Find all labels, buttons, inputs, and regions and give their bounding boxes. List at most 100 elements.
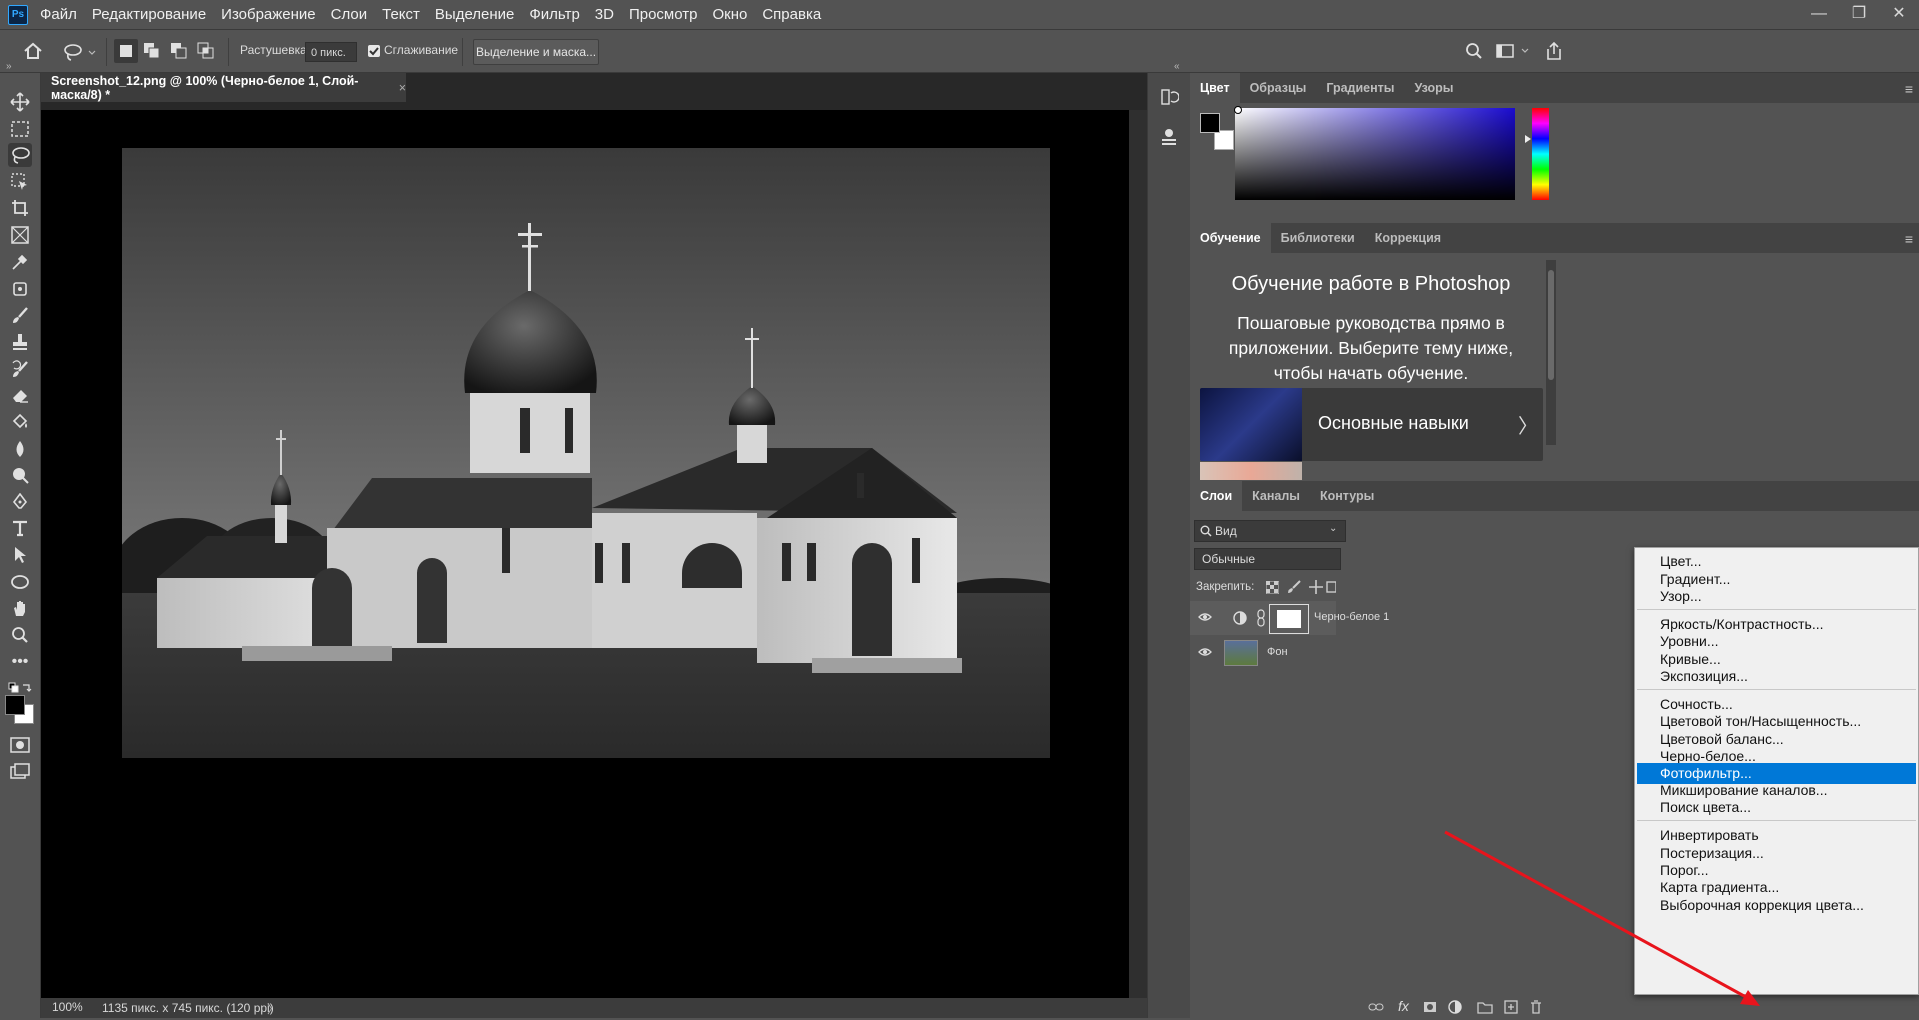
tab-gradients[interactable]: Градиенты (1316, 73, 1404, 103)
layer-filter-select[interactable]: Вид ⌄ (1194, 520, 1346, 542)
menu-item-pattern[interactable]: Узор... (1637, 586, 1916, 607)
tab-layers[interactable]: Слои (1190, 481, 1243, 511)
brush-tool-icon[interactable] (8, 303, 32, 327)
learn-scrollbar[interactable] (1546, 260, 1556, 445)
layer-row-background[interactable]: Фон (1190, 636, 1336, 668)
document-tab[interactable]: Screenshot_12.png @ 100% (Черно-белое 1,… (41, 73, 406, 102)
tab-adjustments[interactable]: Коррекция (1365, 223, 1451, 253)
status-menu-arrow-icon[interactable]: 〉 (267, 1000, 279, 1017)
tab-swatches[interactable]: Образцы (1240, 73, 1317, 103)
lasso-tool-preset-icon[interactable] (60, 39, 98, 65)
collapse-toolbox-icon[interactable]: » (6, 61, 12, 72)
blur-tool-icon[interactable] (8, 437, 32, 461)
vertical-scrollbar[interactable] (1129, 110, 1147, 998)
eraser-tool-icon[interactable] (8, 383, 32, 407)
foreground-color-swatch-front[interactable] (5, 695, 25, 715)
fx-icon[interactable]: fx (1398, 998, 1409, 1014)
color-picker-cursor[interactable] (1234, 106, 1242, 114)
menu-view[interactable]: Просмотр (629, 6, 698, 23)
tab-learn[interactable]: Обучение (1190, 223, 1271, 253)
hand-tool-icon[interactable] (8, 596, 32, 620)
new-adjustment-layer-icon[interactable] (1448, 1000, 1462, 1014)
new-group-icon[interactable] (1477, 1000, 1493, 1014)
zoom-tool-icon[interactable] (8, 623, 32, 647)
history-brush-tool-icon[interactable] (8, 357, 32, 381)
clone-stamp-tool-icon[interactable] (8, 330, 32, 354)
home-icon[interactable] (20, 38, 46, 64)
quick-mask-icon[interactable] (8, 733, 32, 757)
panel-foreground-swatch[interactable] (1200, 113, 1220, 133)
canvas[interactable] (41, 110, 1129, 998)
mask-link-icon[interactable] (1256, 609, 1266, 627)
close-document-icon[interactable]: × (399, 81, 406, 95)
layer-visibility-eye-icon[interactable] (1198, 611, 1212, 623)
properties-panel-icon[interactable] (1157, 125, 1181, 149)
workspace-switcher-icon[interactable] (1493, 39, 1533, 63)
menu-select[interactable]: Выделение (435, 6, 514, 23)
menu-help[interactable]: Справка (762, 6, 821, 23)
more-tools-icon[interactable]: ••• (8, 650, 32, 674)
collapse-panels-icon[interactable]: « (1174, 61, 1180, 72)
lock-transparent-pixels-icon[interactable] (1264, 579, 1280, 595)
add-to-selection-icon[interactable] (140, 39, 164, 63)
frame-tool-icon[interactable] (8, 223, 32, 247)
paint-bucket-tool-icon[interactable] (8, 410, 32, 434)
menu-item-color-lookup[interactable]: Поиск цвета... (1637, 797, 1916, 818)
tab-patterns[interactable]: Узоры (1404, 73, 1463, 103)
zoom-level[interactable]: 100% (52, 1000, 83, 1014)
tab-libraries[interactable]: Библиотеки (1271, 223, 1365, 253)
menu-layers[interactable]: Слои (331, 6, 367, 23)
color-picker-field[interactable] (1235, 108, 1515, 200)
menu-filter[interactable]: Фильтр (529, 6, 579, 23)
menu-edit[interactable]: Редактирование (92, 6, 206, 23)
subtract-from-selection-icon[interactable] (167, 39, 191, 63)
path-selection-tool-icon[interactable] (8, 543, 32, 567)
pen-tool-icon[interactable] (8, 490, 32, 514)
object-selection-tool-icon[interactable] (8, 170, 32, 194)
feather-input[interactable]: 0 пикс. (305, 42, 357, 62)
menu-window[interactable]: Окно (712, 6, 747, 23)
layer-visibility-eye-icon[interactable] (1198, 646, 1212, 658)
antialias-checkbox[interactable] (368, 45, 380, 57)
healing-brush-tool-icon[interactable] (8, 277, 32, 301)
eyedropper-tool-icon[interactable] (8, 250, 32, 274)
close-window-button[interactable]: ✕ (1879, 0, 1919, 29)
menu-3d[interactable]: 3D (595, 6, 614, 23)
restore-button[interactable]: ❐ (1839, 0, 1879, 29)
learn-card-next-thumbnail[interactable] (1200, 462, 1302, 480)
lock-image-pixels-icon[interactable] (1286, 579, 1302, 595)
panel-background-swatch[interactable] (1214, 130, 1234, 150)
new-selection-icon[interactable] (114, 39, 138, 63)
select-and-mask-button[interactable]: Выделение и маска... (473, 39, 599, 65)
history-panel-icon[interactable] (1157, 85, 1181, 109)
crop-tool-icon[interactable] (8, 196, 32, 220)
layer-row-adjustment[interactable]: Черно-белое 1 (1190, 601, 1389, 635)
menu-file[interactable]: Файл (40, 6, 77, 23)
link-layers-icon[interactable] (1368, 1001, 1384, 1013)
menu-item-selective-color[interactable]: Выборочная коррекция цвета... (1637, 895, 1916, 916)
minimize-button[interactable]: — (1799, 0, 1839, 29)
layer-mask-thumbnail[interactable] (1269, 604, 1309, 634)
learn-card-basic-skills[interactable]: Основные навыки 〉 (1200, 388, 1543, 461)
move-tool-icon[interactable] (8, 90, 32, 114)
marquee-tool-icon[interactable] (8, 117, 32, 141)
lasso-tool-icon[interactable] (8, 143, 32, 167)
ellipse-tool-icon[interactable] (8, 570, 32, 594)
intersect-selection-icon[interactable] (194, 39, 218, 63)
menu-type[interactable]: Текст (382, 6, 420, 23)
delete-layer-icon[interactable] (1530, 1000, 1542, 1014)
hue-slider-handle[interactable] (1525, 135, 1531, 143)
add-mask-icon[interactable] (1423, 1000, 1437, 1014)
tab-paths[interactable]: Контуры (1310, 481, 1384, 511)
tab-color[interactable]: Цвет (1190, 73, 1240, 103)
lock-artboard-icon[interactable] (1326, 579, 1336, 595)
menu-item-exposure[interactable]: Экспозиция... (1637, 666, 1916, 687)
search-icon[interactable] (1462, 39, 1486, 63)
share-icon[interactable] (1542, 38, 1566, 64)
menu-image[interactable]: Изображение (221, 6, 316, 23)
type-tool-icon[interactable] (8, 516, 32, 540)
blend-mode-select[interactable]: Обычные (1194, 548, 1341, 570)
tab-channels[interactable]: Каналы (1242, 481, 1310, 511)
color-panel-menu-icon[interactable]: ≡ (1905, 81, 1913, 97)
hue-slider[interactable] (1532, 108, 1549, 200)
